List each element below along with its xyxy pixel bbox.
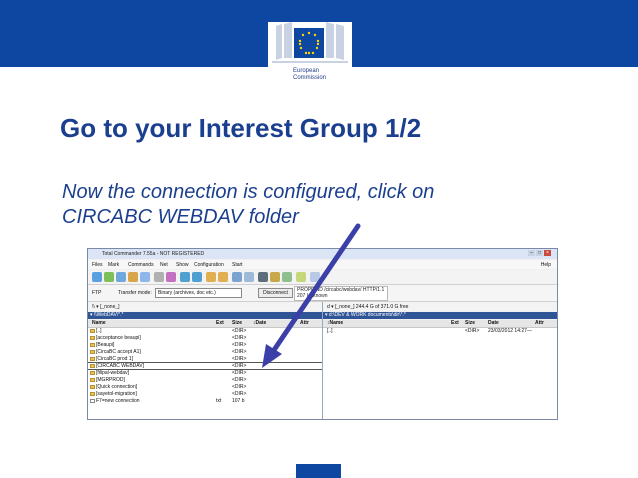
- list-item[interactable]: [CircaBC prod 1] <DIR>: [88, 356, 322, 362]
- right-path: ▾ d:\DEV & WORK documents\dir\*.*: [325, 312, 406, 318]
- right-col-name[interactable]: ↕Name: [327, 320, 343, 327]
- folder-icon: [90, 357, 95, 361]
- ftp-log: PROPFIND /circabc/webdav/ HTTP/1.1 207 U…: [294, 286, 388, 301]
- toolbar: [88, 270, 557, 285]
- right-file-size: <DIR>: [465, 328, 480, 334]
- full-view-icon[interactable]: [116, 272, 126, 282]
- logo-text-line1: European: [293, 68, 320, 74]
- left-path: ▾ \\WebDAV\*.*: [90, 312, 124, 318]
- ftp-new-icon[interactable]: [282, 272, 292, 282]
- menu-commands[interactable]: Commands: [128, 262, 154, 268]
- window-titlebar: Total Commander 7.55a - NOT REGISTERED –…: [88, 249, 557, 259]
- col-date[interactable]: ↕Date: [253, 320, 266, 327]
- list-item[interactable]: [Quick connection] <DIR>: [88, 384, 322, 390]
- menu-start[interactable]: Start: [232, 262, 243, 268]
- tree-icon[interactable]: [128, 272, 138, 282]
- ftp-label: FTP: [92, 290, 102, 296]
- forward-icon[interactable]: [192, 272, 202, 282]
- notepad-icon[interactable]: [296, 272, 306, 282]
- file-icon: [90, 399, 95, 403]
- col-size[interactable]: Size: [232, 320, 242, 327]
- menu-help[interactable]: Help: [541, 262, 551, 268]
- list-item[interactable]: [..] <DIR> 23/03/2012 14:27—: [323, 328, 557, 334]
- right-file-name: [..]: [327, 328, 333, 334]
- logo-text: European Commission: [293, 68, 326, 82]
- right-col-attr[interactable]: Attr: [535, 320, 544, 327]
- right-drive-bar: d ▾ [_none_] 244.4 G of 371.0 G free: [323, 302, 557, 311]
- maximize-icon[interactable]: □: [536, 250, 543, 256]
- window-controls: – □ ×: [527, 250, 555, 257]
- brief-view-icon[interactable]: [104, 272, 114, 282]
- col-attr[interactable]: Attr: [300, 320, 309, 327]
- right-col-size[interactable]: Size: [465, 320, 475, 327]
- list-item[interactable]: [filipal-webdav] <DIR>: [88, 370, 322, 376]
- col-ext[interactable]: Ext: [216, 320, 224, 327]
- refresh-icon[interactable]: [92, 272, 102, 282]
- folder-icon: [90, 329, 95, 333]
- left-drive-select[interactable]: \\ ▾ [_none_]: [92, 304, 120, 310]
- transfer-mode-select[interactable]: Binary (archives, doc etc.): [155, 288, 242, 298]
- list-item[interactable]: [..] <DIR>: [88, 328, 322, 334]
- folder-icon: [90, 343, 95, 347]
- menu-mark[interactable]: Mark: [108, 262, 119, 268]
- footer-bar: [296, 464, 341, 478]
- list-item[interactable]: [Beaupi] <DIR>: [88, 342, 322, 348]
- right-col-ext[interactable]: Ext: [451, 320, 459, 327]
- slide-subtitle: Now the connection is configured, click …: [62, 181, 435, 228]
- list-item[interactable]: [sayetol-migration] <DIR>: [88, 391, 322, 397]
- left-drive-bar: \\ ▾ [_none_]: [88, 302, 322, 311]
- sync-icon[interactable]: [244, 272, 254, 282]
- window-title: Total Commander 7.55a - NOT REGISTERED: [102, 251, 205, 257]
- circabc-webdav-folder[interactable]: [CIRCABC WEBDAV] <DIR>: [88, 362, 323, 370]
- help-icon[interactable]: [310, 272, 320, 282]
- pack-icon[interactable]: [154, 272, 164, 282]
- menubar: Files Mark Commands Net Show Configurati…: [88, 260, 557, 269]
- menu-files[interactable]: Files: [92, 262, 103, 268]
- ftp-bar: FTP Transfer mode: Binary (archives, doc…: [88, 285, 557, 302]
- menu-configuration[interactable]: Configuration: [194, 262, 224, 268]
- back-icon[interactable]: [180, 272, 190, 282]
- left-file-list: [..] <DIR> [acceptance beaupi] <DIR> [Beau…: [88, 328, 323, 419]
- total-commander-window: Total Commander 7.55a - NOT REGISTERED –…: [87, 248, 558, 420]
- ftp-connect-icon[interactable]: [270, 272, 280, 282]
- log-line-2: 207 Unknown: [297, 293, 328, 299]
- thumbnails-icon[interactable]: [140, 272, 150, 282]
- left-column-header: Name Ext Size ↕Date Attr: [88, 320, 322, 328]
- multi-rename-icon[interactable]: [232, 272, 242, 282]
- folder-icon: [90, 350, 95, 354]
- right-drive-select[interactable]: d ▾ [_none_] 244.4 G of 371.0 G free: [327, 304, 408, 310]
- list-item[interactable]: [MGRPROD] <DIR>: [88, 377, 322, 383]
- unpack-icon[interactable]: [166, 272, 176, 282]
- folder-icon[interactable]: [206, 272, 216, 282]
- left-path-bar[interactable]: ▾ \\WebDAV\*.*: [88, 312, 322, 319]
- right-path-bar[interactable]: ▾ d:\DEV & WORK documents\dir\*.*: [323, 312, 557, 319]
- list-item[interactable]: F7=new connection txt 107 b: [88, 398, 322, 404]
- menu-show[interactable]: Show: [176, 262, 189, 268]
- disconnect-button[interactable]: Disconnect: [258, 288, 293, 298]
- transfer-mode-label: Transfer mode:: [118, 290, 152, 296]
- close-icon[interactable]: ×: [544, 250, 551, 256]
- right-file-list: [..] <DIR> 23/03/2012 14:27—: [323, 328, 557, 419]
- folder-icon: [90, 378, 95, 382]
- new-folder-icon[interactable]: [218, 272, 228, 282]
- search-icon[interactable]: [258, 272, 268, 282]
- list-item[interactable]: [acceptance beaupi] <DIR>: [88, 335, 322, 341]
- logo-text-line2: Commission: [293, 75, 327, 81]
- right-col-date[interactable]: Date: [488, 320, 499, 327]
- col-name[interactable]: Name: [92, 320, 106, 327]
- folder-icon: [90, 364, 95, 368]
- minimize-icon[interactable]: –: [528, 250, 535, 256]
- menu-net[interactable]: Net: [160, 262, 168, 268]
- list-item[interactable]: [CircaBC accept A1] <DIR>: [88, 349, 322, 355]
- folder-icon: [90, 371, 95, 375]
- folder-icon: [90, 336, 95, 340]
- right-file-date: 23/03/2012 14:27—: [488, 328, 532, 334]
- folder-icon: [90, 385, 95, 389]
- slide-title: Go to your Interest Group 1/2: [60, 113, 422, 143]
- right-column-header: ↕Name Ext Size Date Attr: [323, 320, 557, 328]
- folder-icon: [90, 392, 95, 396]
